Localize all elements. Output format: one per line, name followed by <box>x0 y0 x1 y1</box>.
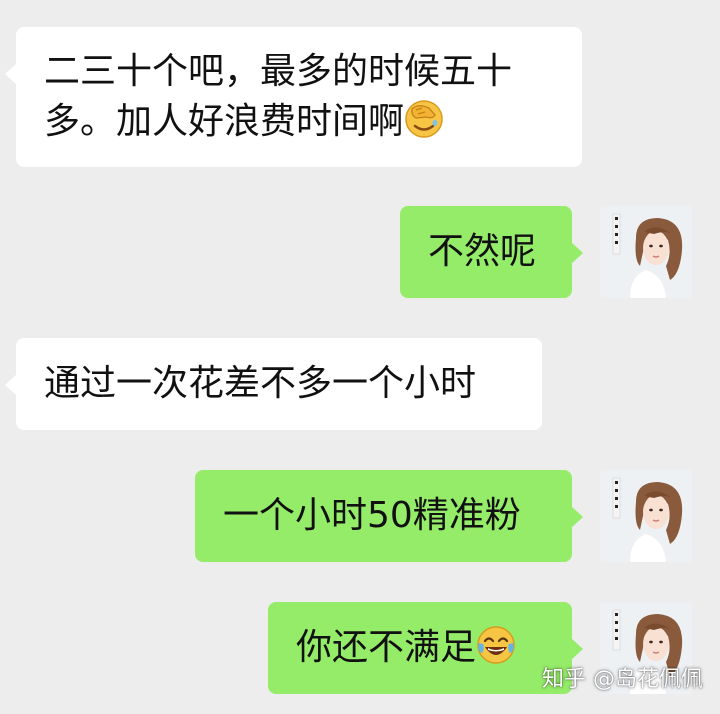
zhihu-watermark: 知乎 @岛花佩佩 <box>542 667 703 692</box>
message-bubble-incoming[interactable]: 二三十个吧，最多的时候五十 多。加人好浪费时间啊 <box>5 27 582 167</box>
message-text: 二三十个吧，最多的时候五十 <box>44 51 513 92</box>
message-text: 通过一次花差不多一个小时 <box>44 363 477 404</box>
message-text: 一个小时50精准粉 <box>223 495 521 536</box>
message-text: 不然呢 <box>428 231 537 272</box>
user-avatar[interactable] <box>600 470 692 562</box>
message-bubble-outgoing[interactable]: 一个小时50精准粉 <box>195 470 583 562</box>
tears-of-joy-emoji-icon <box>476 625 516 679</box>
face-palm-emoji-icon <box>404 99 444 153</box>
message-bubble-outgoing[interactable]: 不然呢 <box>400 206 583 298</box>
message-bubble-incoming[interactable]: 通过一次花差不多一个小时 <box>5 338 542 430</box>
message-bubble-outgoing[interactable]: 你还不满足 <box>268 602 583 694</box>
message-text: 多。加人好浪费时间啊 <box>44 101 405 142</box>
avatar-portrait-icon <box>600 470 692 562</box>
message-text: 你还不满足 <box>296 627 477 668</box>
avatar-portrait-icon <box>600 206 692 298</box>
user-avatar[interactable] <box>600 206 692 298</box>
